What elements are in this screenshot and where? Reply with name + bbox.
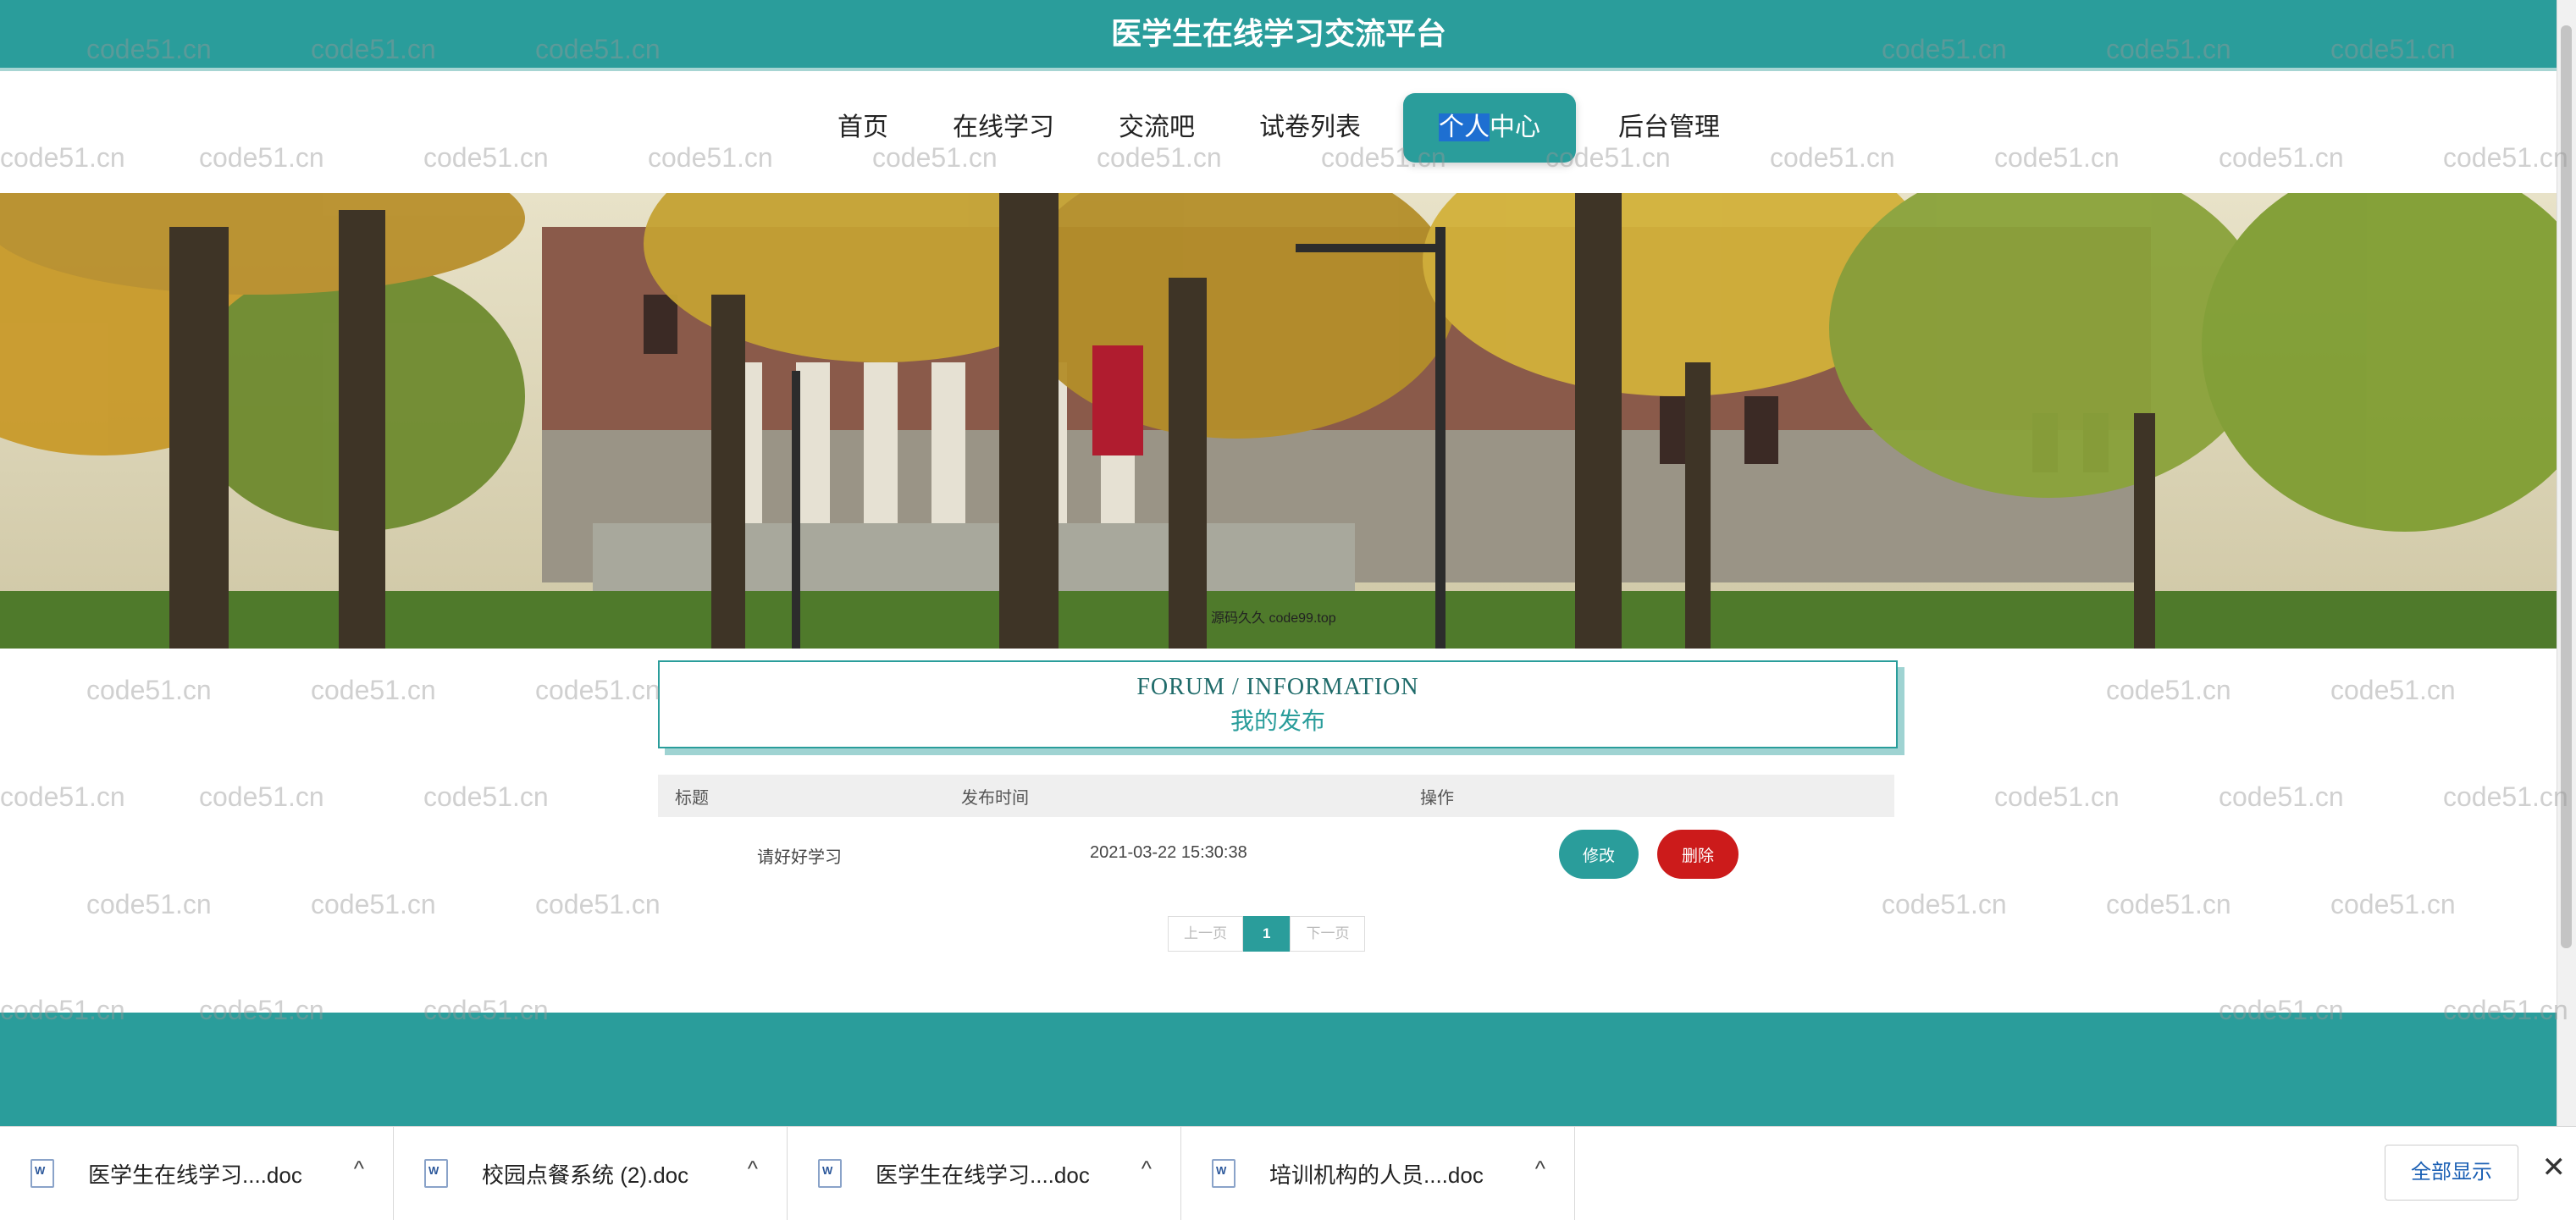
close-icon[interactable]: ✕: [2542, 1151, 2567, 1184]
vertical-scrollbar[interactable]: [2557, 0, 2576, 1126]
watermark: code51.cn: [311, 675, 436, 705]
pagination: 上一页 1 下一页: [1168, 916, 1366, 952]
row-time: 2021-03-22 15:30:38: [1090, 843, 1247, 862]
download-file-name: 医学生在线学习....doc: [88, 1162, 302, 1188]
watermark: code51.cn: [535, 889, 661, 919]
chevron-up-icon[interactable]: ^: [1142, 1156, 1152, 1182]
watermark: code51.cn: [311, 889, 436, 919]
header-bar: 医学生在线学习交流平台: [0, 0, 2557, 71]
watermark: code51.cn: [535, 675, 661, 705]
col-header-actions: 操作: [1420, 788, 1454, 808]
chevron-up-icon[interactable]: ^: [748, 1156, 758, 1182]
page-1-button[interactable]: 1: [1243, 916, 1291, 952]
word-doc-icon: [818, 1159, 842, 1188]
download-file-name: 培训机构的人员....doc: [1269, 1162, 1484, 1188]
section-title-box: FORUM / INFORMATION 我的发布: [658, 660, 1898, 748]
watermark: code51.cn: [423, 781, 549, 812]
section-title-cn: 我的发布: [1230, 709, 1325, 735]
word-doc-icon: [424, 1159, 448, 1188]
download-item[interactable]: 校园点餐系统 (2).doc ^: [394, 1127, 788, 1220]
scrollbar-thumb[interactable]: [2561, 25, 2572, 948]
watermark: code51.cn: [2330, 675, 2456, 705]
watermark: code51.cn: [2106, 889, 2231, 919]
main-nav: 首页 在线学习 交流吧 试卷列表 个人中心 后台管理: [0, 81, 2557, 174]
chevron-up-icon[interactable]: ^: [354, 1156, 364, 1182]
delete-button[interactable]: 删除: [1657, 830, 1739, 879]
download-item[interactable]: 培训机构的人员....doc ^: [1181, 1127, 1575, 1220]
watermark: code51.cn: [86, 889, 212, 919]
nav-personal-center[interactable]: 个人中心: [1403, 93, 1576, 163]
chevron-up-icon[interactable]: ^: [1535, 1156, 1545, 1182]
show-all-downloads-button[interactable]: 全部显示: [2385, 1145, 2518, 1201]
edit-button[interactable]: 修改: [1559, 830, 1639, 879]
next-page-button[interactable]: 下一页: [1290, 916, 1366, 952]
watermark: code51.cn: [1994, 781, 2120, 812]
site-title: 医学生在线学习交流平台: [1110, 16, 1446, 51]
watermark: code51.cn: [2219, 781, 2344, 812]
watermark: code51.cn: [2443, 781, 2568, 812]
download-item[interactable]: 医学生在线学习....doc ^: [0, 1127, 394, 1220]
col-header-time: 发布时间: [961, 788, 1029, 808]
table-row: 请好好学习 2021-03-22 15:30:38 修改 删除: [658, 830, 1894, 879]
nav-personal-center-text: 中心: [1490, 113, 1540, 141]
nav-online-learning[interactable]: 在线学习: [920, 93, 1086, 163]
footer: [0, 1013, 2557, 1126]
watermark: code51.cn: [1882, 889, 2007, 919]
nav-exam-list[interactable]: 试卷列表: [1227, 93, 1393, 163]
section-title-en: FORUM / INFORMATION: [1136, 674, 1419, 700]
watermark: code51.cn: [199, 781, 324, 812]
watermark: code51.cn: [2330, 889, 2456, 919]
prev-page-button[interactable]: 上一页: [1168, 916, 1243, 952]
word-doc-icon: [1212, 1159, 1235, 1188]
campus-photo: [0, 193, 2557, 649]
nav-admin[interactable]: 后台管理: [1586, 93, 1752, 163]
col-header-title: 标题: [675, 788, 709, 808]
word-doc-icon: [30, 1159, 54, 1188]
download-file-name: 校园点餐系统 (2).doc: [482, 1162, 689, 1188]
watermark: code51.cn: [0, 781, 125, 812]
banner-image: 源码久久 code99.top: [0, 193, 2557, 649]
nav-home[interactable]: 首页: [805, 93, 920, 163]
nav-forum[interactable]: 交流吧: [1086, 93, 1227, 163]
row-title: 请好好学习: [757, 848, 842, 867]
banner-overlay-text: 源码久久 code99.top: [1211, 611, 1336, 626]
nav-personal-center-selected-text: 个人: [1439, 113, 1490, 141]
watermark: code51.cn: [2106, 675, 2231, 705]
table-header: 标题 发布时间 操作: [658, 775, 1894, 817]
watermark: code51.cn: [86, 675, 212, 705]
download-item[interactable]: 医学生在线学习....doc ^: [788, 1127, 1181, 1220]
download-file-name: 医学生在线学习....doc: [876, 1162, 1090, 1188]
download-bar: 医学生在线学习....doc ^ 校园点餐系统 (2).doc ^ 医学生在线学…: [0, 1126, 2576, 1220]
